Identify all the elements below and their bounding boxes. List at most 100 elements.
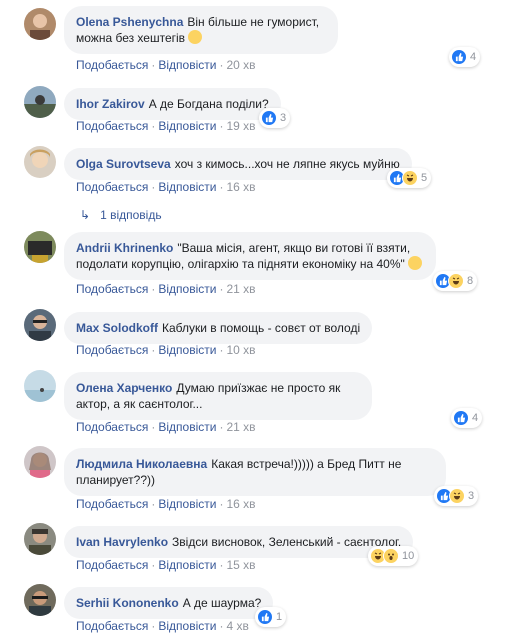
comment-time[interactable]: 16 хв <box>226 180 255 194</box>
comment-actions: Подобається · Відповісти · 15 хв <box>76 558 256 572</box>
like-reaction-icon <box>453 410 469 426</box>
reaction-summary[interactable]: 3 <box>259 108 291 128</box>
reply-link[interactable]: Відповісти <box>158 343 216 357</box>
reaction-count: 8 <box>467 275 474 287</box>
like-link[interactable]: Подобається <box>76 619 148 633</box>
separator: · <box>151 497 156 511</box>
comment-actions: Подобається · Відповісти · 21 хв <box>76 420 256 434</box>
comment-actions: Подобається · Відповісти · 19 хв <box>76 119 256 133</box>
reply-link[interactable]: Відповісти <box>158 420 216 434</box>
separator: · <box>219 180 224 194</box>
separator: · <box>151 343 156 357</box>
reply-arrow-icon: ↳ <box>80 208 91 222</box>
comment-actions: Подобається · Відповісти · 16 хв <box>76 180 256 194</box>
comment-bubble: Ihor Zakirov А де Богдана поділи? <box>64 88 281 120</box>
comment-bubble: Olena Pshenychna Він більше не гуморист, … <box>64 6 338 54</box>
comment-time[interactable]: 19 хв <box>226 119 255 133</box>
comment-time[interactable]: 16 хв <box>226 497 255 511</box>
comment-bubble: Ivan Havrylenko Звідси висновок, Зеленськ… <box>64 526 414 558</box>
reaction-count: 1 <box>276 611 283 623</box>
comment-author[interactable]: Людмила Николаевна <box>76 457 207 471</box>
avatar[interactable] <box>24 8 56 40</box>
avatar[interactable] <box>24 523 56 555</box>
comment-text: А де Богдана поділи? <box>148 97 269 111</box>
separator: · <box>151 619 156 633</box>
comment-time[interactable]: 21 хв <box>226 282 255 296</box>
comment-time[interactable]: 4 хв <box>226 619 248 633</box>
comment-author[interactable]: Ivan Havrylenko <box>76 535 168 549</box>
reply-link[interactable]: Відповісти <box>158 119 216 133</box>
comment-author[interactable]: Serhii Kononenko <box>76 596 179 610</box>
comment-time[interactable]: 15 хв <box>226 558 255 572</box>
haha-reaction-icon <box>449 488 465 504</box>
comment-author[interactable]: Andrii Khrinenko <box>76 241 173 255</box>
comment-author[interactable]: Olga Surovtseva <box>76 157 171 171</box>
like-link[interactable]: Подобається <box>76 420 148 434</box>
like-link[interactable]: Подобається <box>76 497 148 511</box>
comment-actions: Подобається · Відповісти · 20 хв <box>76 58 256 72</box>
reaction-summary[interactable]: 10 <box>368 546 419 566</box>
avatar[interactable] <box>24 86 56 118</box>
slight-smile-emoji-icon <box>188 30 203 44</box>
comment-time[interactable]: 21 хв <box>226 420 255 434</box>
reply-link[interactable]: Відповісти <box>158 619 216 633</box>
reply-link[interactable]: Відповісти <box>158 558 216 572</box>
avatar[interactable] <box>24 309 56 341</box>
comment-time[interactable]: 10 хв <box>226 343 255 357</box>
like-reaction-icon <box>451 49 467 65</box>
like-link[interactable]: Подобається <box>76 282 148 296</box>
comment-bubble: Людмила Николаевна Какая встреча!))))) а … <box>64 448 446 496</box>
comment-author[interactable]: Olena Pshenychna <box>76 15 183 29</box>
separator: · <box>219 282 224 296</box>
reaction-summary[interactable]: 8 <box>433 271 478 291</box>
avatar[interactable] <box>24 231 56 263</box>
like-link[interactable]: Подобається <box>76 58 148 72</box>
reaction-count: 10 <box>402 550 415 562</box>
reaction-count: 5 <box>421 172 428 184</box>
separator: · <box>151 180 156 194</box>
reaction-summary[interactable]: 3 <box>434 486 479 506</box>
laughing-emoji-icon <box>408 256 423 270</box>
comment-time[interactable]: 20 хв <box>226 58 255 72</box>
reaction-summary[interactable]: 4 <box>451 408 483 428</box>
reaction-count: 3 <box>280 112 287 124</box>
separator: · <box>219 497 224 511</box>
reply-link[interactable]: Відповісти <box>158 497 216 511</box>
like-link[interactable]: Подобається <box>76 558 148 572</box>
avatar[interactable] <box>24 446 56 478</box>
avatar[interactable] <box>24 146 56 178</box>
like-reaction-icon <box>261 110 277 126</box>
comment-actions: Подобається · Відповісти · 4 хв <box>76 619 249 633</box>
comment-author[interactable]: Ihor Zakirov <box>76 97 145 111</box>
separator: · <box>219 420 224 434</box>
comment-bubble: Andrii Khrinenko "Ваша місія, агент, якщо… <box>64 232 436 280</box>
comment-actions: Подобається · Відповісти · 10 хв <box>76 343 256 357</box>
reply-link[interactable]: Відповісти <box>158 58 216 72</box>
reaction-summary[interactable]: 4 <box>449 47 481 67</box>
comment-bubble: Olga Surovtseva хоч з кимось...хоч не ляп… <box>64 148 412 180</box>
comment-actions: Подобається · Відповісти · 16 хв <box>76 497 256 511</box>
like-reaction-icon <box>257 609 273 625</box>
avatar[interactable] <box>24 370 56 402</box>
reaction-summary[interactable]: 1 <box>255 607 287 627</box>
like-link[interactable]: Подобається <box>76 119 148 133</box>
comment-author[interactable]: Олена Харченко <box>76 381 172 395</box>
comment-text: Звідси висновок, Зеленський - саєнтолог. <box>172 535 402 549</box>
separator: · <box>219 619 224 633</box>
comment-author[interactable]: Max Solodkoff <box>76 321 158 335</box>
avatar[interactable] <box>24 584 56 616</box>
view-replies-label: 1 відповідь <box>100 208 162 222</box>
like-link[interactable]: Подобається <box>76 343 148 357</box>
comment-bubble: Max Solodkoff Каблуки в помощь - совєт от… <box>64 312 373 344</box>
haha-reaction-icon <box>402 170 418 186</box>
comment-text: А де шаурма? <box>182 596 262 610</box>
separator: · <box>151 58 156 72</box>
reaction-summary[interactable]: 5 <box>387 168 432 188</box>
reply-link[interactable]: Відповісти <box>158 180 216 194</box>
separator: · <box>151 282 156 296</box>
haha-reaction-icon <box>448 273 464 289</box>
reply-link[interactable]: Відповісти <box>158 282 216 296</box>
separator: · <box>151 420 156 434</box>
view-replies-link[interactable]: ↳ 1 відповідь <box>80 208 162 222</box>
like-link[interactable]: Подобається <box>76 180 148 194</box>
